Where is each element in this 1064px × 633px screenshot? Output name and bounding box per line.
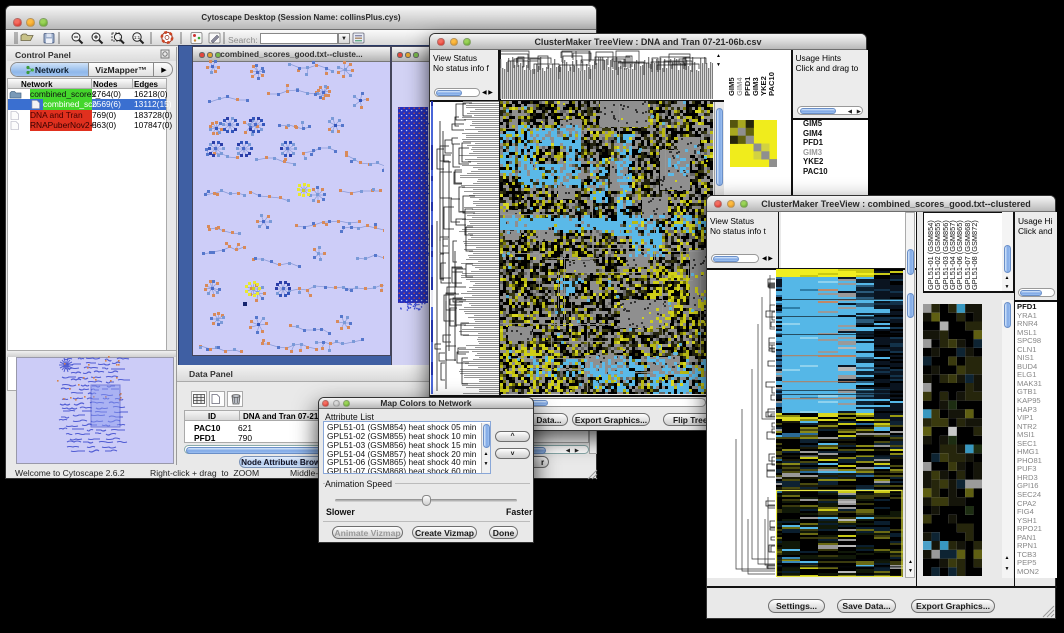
svg-text:1:1: 1:1 (134, 35, 141, 40)
